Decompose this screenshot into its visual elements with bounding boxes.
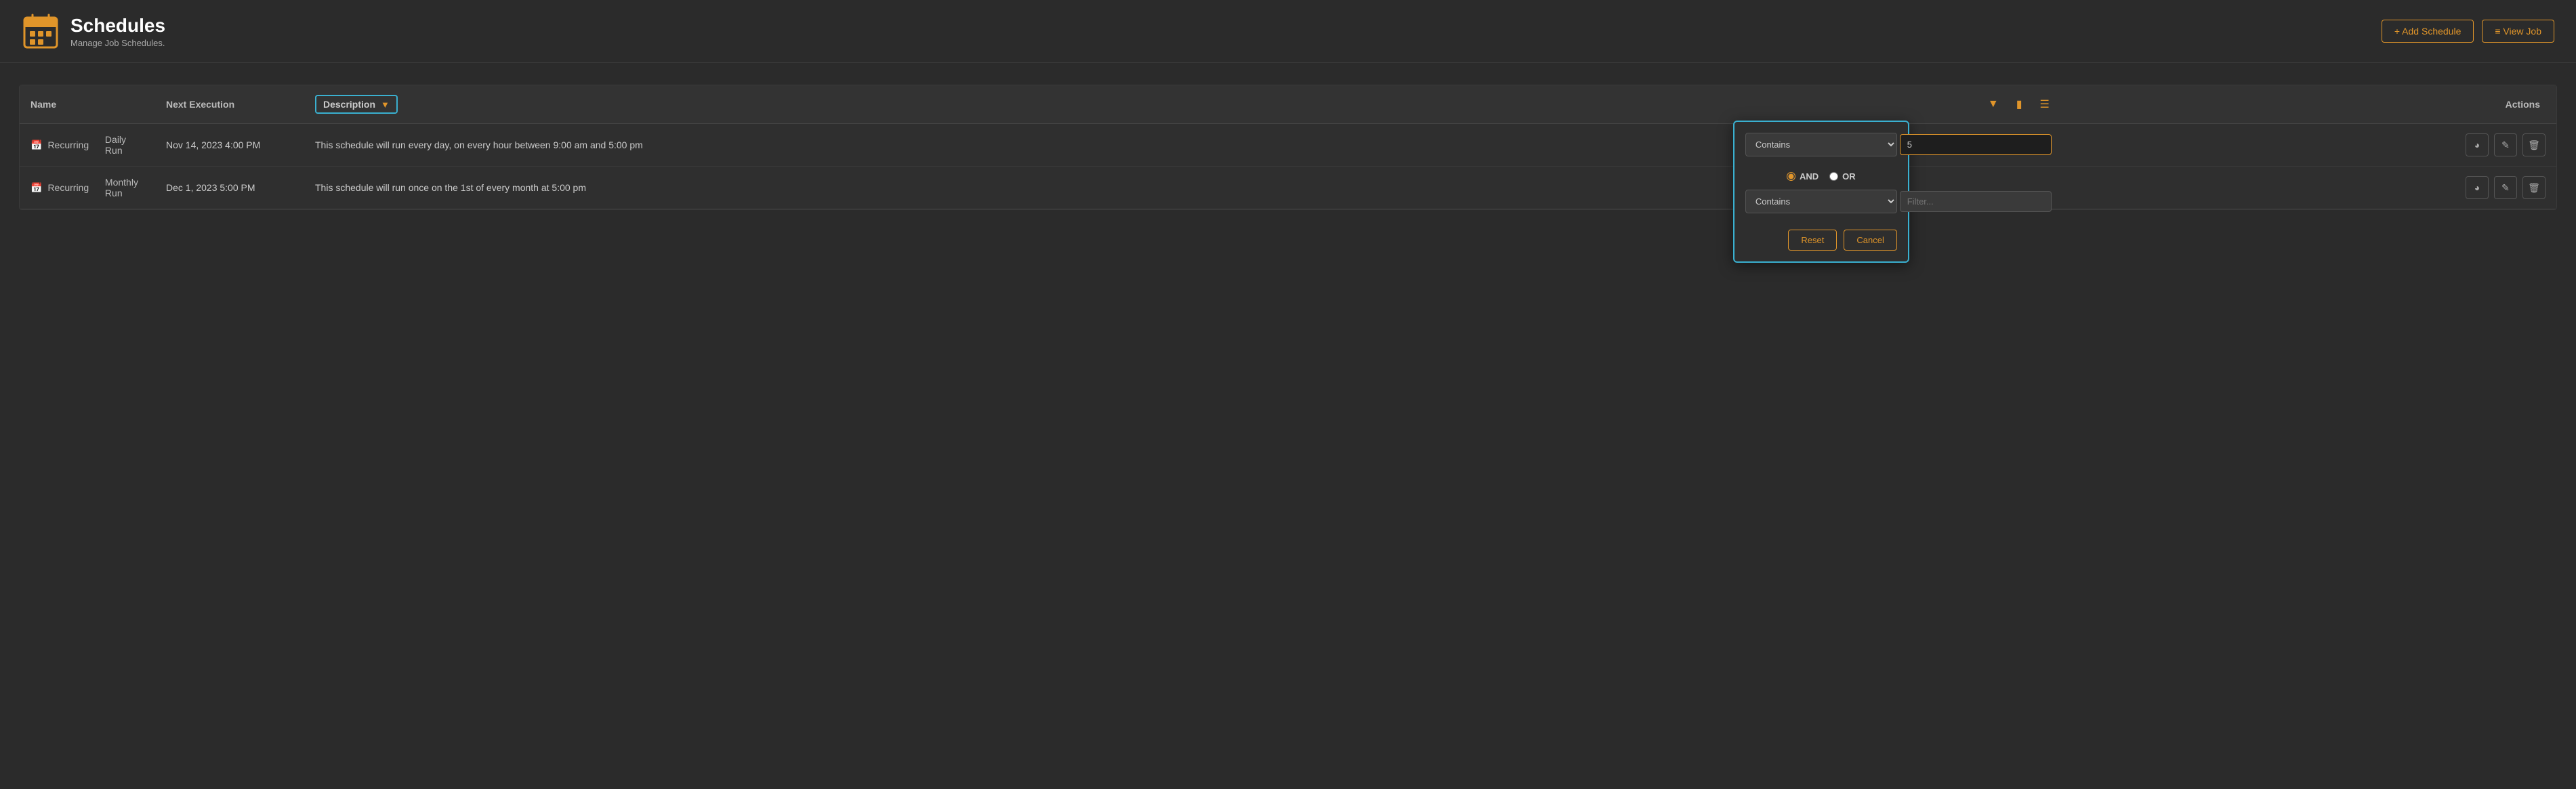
row-type-1: 📅 Recurring Daily Run	[30, 134, 144, 156]
page-title: Schedules	[70, 15, 165, 37]
header-left: Schedules Manage Job Schedules.	[22, 12, 165, 50]
row-actions-2: ◕ ✎ 🗑	[2085, 176, 2546, 199]
toggle-button-2[interactable]: ◕	[2466, 176, 2489, 199]
filter-panel-actions: Reset Cancel	[1745, 230, 1897, 251]
cell-next-exec-2: Dec 1, 2023 5:00 PM	[155, 167, 304, 209]
row-actions-1: ◕ ✎ 🗑	[2085, 133, 2546, 156]
main-content: Name Next Execution Description ▼	[0, 63, 2576, 232]
schedules-table: Name Next Execution Description ▼	[20, 85, 2556, 209]
col-header-next-execution: Next Execution	[155, 85, 304, 124]
filter-panel: Contains Does not contain Equals Starts …	[1733, 121, 1909, 263]
cell-type-1: 📅 Recurring Daily Run	[20, 124, 155, 167]
description-filter-icon: ▼	[381, 100, 390, 110]
clear-filter-button[interactable]: ▮	[2014, 95, 2025, 114]
header-actions: + Add Schedule ≡ View Job	[2382, 20, 2554, 43]
cell-actions-2: ◕ ✎ 🗑	[2074, 167, 2556, 209]
cell-description-2: This schedule will run once on the 1st o…	[304, 167, 1964, 209]
add-schedule-label: + Add Schedule	[2394, 26, 2461, 37]
filter-funnel-button[interactable]: ▼	[1985, 95, 2001, 113]
columns-button[interactable]: ☰	[2037, 95, 2052, 114]
col-header-description: Description ▼ Contains Does not contain …	[304, 85, 1964, 124]
col-header-actions: Actions	[2074, 85, 2556, 124]
table-row: 📅 Recurring Daily Run Nov 14, 2023 4:00 …	[20, 124, 2556, 167]
add-schedule-button[interactable]: + Add Schedule	[2382, 20, 2474, 43]
header-title-block: Schedules Manage Job Schedules.	[70, 15, 165, 48]
filter-cancel-button[interactable]: Cancel	[1844, 230, 1896, 251]
delete-button-1[interactable]: 🗑	[2522, 133, 2546, 156]
cell-description-1: This schedule will run every day, on eve…	[304, 124, 1964, 167]
edit-button-2[interactable]: ✎	[2494, 176, 2517, 199]
filter-input-2[interactable]	[1900, 191, 2052, 212]
edit-button-1[interactable]: ✎	[2494, 133, 2517, 156]
cell-actions-1: ◕ ✎ 🗑	[2074, 124, 2556, 167]
or-radio[interactable]	[1829, 172, 1838, 181]
page-subtitle: Manage Job Schedules.	[70, 38, 165, 48]
row-type-2: 📅 Recurring Monthly Run	[30, 177, 144, 198]
table-row: 📅 Recurring Monthly Run Dec 1, 2023 5:00…	[20, 167, 2556, 209]
toggle-button-1[interactable]: ◕	[2466, 133, 2489, 156]
table-header-row: Name Next Execution Description ▼	[20, 85, 2556, 124]
filter-reset-button[interactable]: Reset	[1788, 230, 1837, 251]
app-header: Schedules Manage Job Schedules. + Add Sc…	[0, 0, 2576, 63]
filter-condition-1-select[interactable]: Contains Does not contain Equals Starts …	[1745, 133, 1897, 156]
description-filter-header[interactable]: Description ▼	[315, 95, 398, 114]
and-radio[interactable]	[1787, 172, 1795, 181]
filter-logic-row: AND OR	[1745, 171, 1897, 182]
calendar-row-icon-1: 📅	[30, 140, 42, 151]
view-job-label: ≡ View Job	[2495, 26, 2541, 37]
cell-next-exec-1: Nov 14, 2023 4:00 PM	[155, 124, 304, 167]
calendar-icon	[22, 12, 60, 50]
col-header-name: Name	[20, 85, 155, 124]
filter-condition-2-select[interactable]: Contains Does not contain Equals Starts …	[1745, 190, 1897, 213]
table-filter-icons: ▼ ▮ ☰	[1974, 95, 2063, 114]
and-label[interactable]: AND	[1787, 171, 1819, 182]
view-job-button[interactable]: ≡ View Job	[2482, 20, 2554, 43]
or-label[interactable]: OR	[1829, 171, 1856, 182]
delete-button-2[interactable]: 🗑	[2522, 176, 2546, 199]
cell-type-2: 📅 Recurring Monthly Run	[20, 167, 155, 209]
calendar-row-icon-2: 📅	[30, 182, 42, 194]
col-header-filter-icons: ▼ ▮ ☰	[1964, 85, 2074, 124]
filter-input-1[interactable]	[1900, 134, 2052, 155]
schedules-table-wrapper: Name Next Execution Description ▼	[19, 85, 2557, 210]
